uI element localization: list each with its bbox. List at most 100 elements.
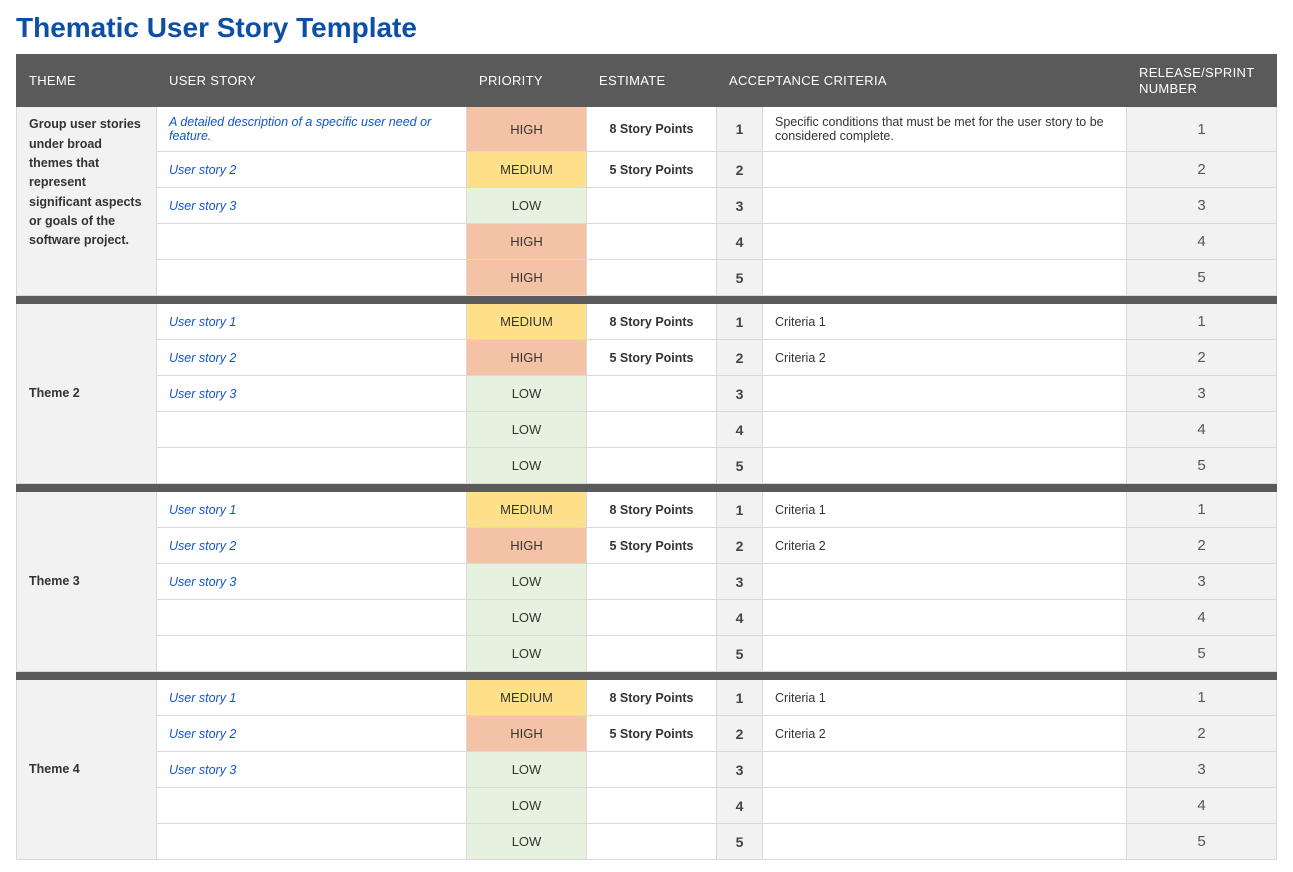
acceptance-criteria-cell[interactable] — [763, 448, 1127, 484]
priority-cell[interactable]: MEDIUM — [467, 492, 587, 528]
user-story-cell[interactable] — [157, 412, 467, 448]
user-story-cell[interactable]: User story 1 — [157, 492, 467, 528]
user-story-cell[interactable] — [157, 448, 467, 484]
priority-cell[interactable]: LOW — [467, 188, 587, 224]
acceptance-criteria-cell[interactable] — [763, 152, 1127, 188]
acceptance-criteria-cell[interactable] — [763, 376, 1127, 412]
user-story-cell[interactable]: User story 2 — [157, 340, 467, 376]
estimate-cell[interactable] — [587, 448, 717, 484]
acceptance-criteria-cell[interactable]: Criteria 2 — [763, 340, 1127, 376]
priority-cell[interactable]: HIGH — [467, 260, 587, 296]
release-cell[interactable]: 3 — [1127, 752, 1277, 788]
acceptance-criteria-cell[interactable] — [763, 752, 1127, 788]
acceptance-criteria-cell[interactable]: Criteria 2 — [763, 528, 1127, 564]
priority-cell[interactable]: MEDIUM — [467, 680, 587, 716]
user-story-cell[interactable]: User story 3 — [157, 188, 467, 224]
estimate-cell[interactable]: 5 Story Points — [587, 528, 717, 564]
user-story-cell[interactable]: User story 3 — [157, 752, 467, 788]
user-story-cell[interactable]: User story 1 — [157, 304, 467, 340]
release-cell[interactable]: 1 — [1127, 492, 1277, 528]
user-story-cell[interactable]: A detailed description of a specific use… — [157, 107, 467, 152]
theme-cell[interactable]: Theme 3 — [17, 492, 157, 672]
theme-cell[interactable]: Group user stories under broad themes th… — [17, 107, 157, 296]
user-story-cell[interactable] — [157, 824, 467, 860]
user-story-cell[interactable]: User story 2 — [157, 716, 467, 752]
priority-cell[interactable]: MEDIUM — [467, 152, 587, 188]
release-cell[interactable]: 5 — [1127, 824, 1277, 860]
estimate-cell[interactable] — [587, 564, 717, 600]
theme-cell[interactable]: Theme 4 — [17, 680, 157, 860]
user-story-cell[interactable] — [157, 636, 467, 672]
acceptance-criteria-cell[interactable] — [763, 788, 1127, 824]
release-cell[interactable]: 2 — [1127, 716, 1277, 752]
priority-cell[interactable]: HIGH — [467, 528, 587, 564]
estimate-cell[interactable] — [587, 376, 717, 412]
user-story-cell[interactable] — [157, 600, 467, 636]
release-cell[interactable]: 1 — [1127, 304, 1277, 340]
estimate-cell[interactable]: 8 Story Points — [587, 107, 717, 152]
release-cell[interactable]: 4 — [1127, 224, 1277, 260]
user-story-cell[interactable]: User story 2 — [157, 152, 467, 188]
priority-cell[interactable]: LOW — [467, 412, 587, 448]
release-cell[interactable]: 1 — [1127, 107, 1277, 152]
user-story-cell[interactable]: User story 3 — [157, 564, 467, 600]
release-cell[interactable]: 4 — [1127, 788, 1277, 824]
user-story-cell[interactable]: User story 1 — [157, 680, 467, 716]
release-cell[interactable]: 5 — [1127, 260, 1277, 296]
release-cell[interactable]: 4 — [1127, 412, 1277, 448]
acceptance-criteria-cell[interactable] — [763, 600, 1127, 636]
estimate-cell[interactable]: 8 Story Points — [587, 680, 717, 716]
acceptance-criteria-cell[interactable]: Specific conditions that must be met for… — [763, 107, 1127, 152]
release-cell[interactable]: 3 — [1127, 564, 1277, 600]
acceptance-criteria-cell[interactable] — [763, 564, 1127, 600]
priority-cell[interactable]: HIGH — [467, 716, 587, 752]
acceptance-criteria-cell[interactable]: Criteria 1 — [763, 680, 1127, 716]
acceptance-criteria-cell[interactable] — [763, 824, 1127, 860]
release-cell[interactable]: 5 — [1127, 636, 1277, 672]
acceptance-criteria-cell[interactable]: Criteria 1 — [763, 304, 1127, 340]
user-story-cell[interactable]: User story 3 — [157, 376, 467, 412]
release-cell[interactable]: 1 — [1127, 680, 1277, 716]
priority-cell[interactable]: LOW — [467, 824, 587, 860]
estimate-cell[interactable] — [587, 600, 717, 636]
acceptance-criteria-cell[interactable] — [763, 412, 1127, 448]
acceptance-criteria-cell[interactable]: Criteria 2 — [763, 716, 1127, 752]
priority-cell[interactable]: LOW — [467, 788, 587, 824]
priority-cell[interactable]: LOW — [467, 448, 587, 484]
user-story-cell[interactable] — [157, 788, 467, 824]
priority-cell[interactable]: LOW — [467, 564, 587, 600]
acceptance-criteria-cell[interactable] — [763, 260, 1127, 296]
release-cell[interactable]: 2 — [1127, 152, 1277, 188]
estimate-cell[interactable]: 8 Story Points — [587, 304, 717, 340]
user-story-cell[interactable] — [157, 224, 467, 260]
estimate-cell[interactable] — [587, 260, 717, 296]
release-cell[interactable]: 2 — [1127, 340, 1277, 376]
estimate-cell[interactable] — [587, 224, 717, 260]
acceptance-criteria-cell[interactable] — [763, 224, 1127, 260]
estimate-cell[interactable] — [587, 412, 717, 448]
acceptance-criteria-cell[interactable] — [763, 188, 1127, 224]
theme-cell[interactable]: Theme 2 — [17, 304, 157, 484]
estimate-cell[interactable] — [587, 188, 717, 224]
estimate-cell[interactable]: 5 Story Points — [587, 340, 717, 376]
estimate-cell[interactable] — [587, 824, 717, 860]
estimate-cell[interactable]: 8 Story Points — [587, 492, 717, 528]
priority-cell[interactable]: LOW — [467, 376, 587, 412]
priority-cell[interactable]: HIGH — [467, 224, 587, 260]
priority-cell[interactable]: HIGH — [467, 340, 587, 376]
release-cell[interactable]: 3 — [1127, 376, 1277, 412]
release-cell[interactable]: 4 — [1127, 600, 1277, 636]
release-cell[interactable]: 2 — [1127, 528, 1277, 564]
acceptance-criteria-cell[interactable] — [763, 636, 1127, 672]
release-cell[interactable]: 5 — [1127, 448, 1277, 484]
priority-cell[interactable]: HIGH — [467, 107, 587, 152]
estimate-cell[interactable] — [587, 752, 717, 788]
estimate-cell[interactable] — [587, 788, 717, 824]
priority-cell[interactable]: LOW — [467, 636, 587, 672]
user-story-cell[interactable] — [157, 260, 467, 296]
estimate-cell[interactable] — [587, 636, 717, 672]
estimate-cell[interactable]: 5 Story Points — [587, 716, 717, 752]
estimate-cell[interactable]: 5 Story Points — [587, 152, 717, 188]
priority-cell[interactable]: LOW — [467, 600, 587, 636]
priority-cell[interactable]: LOW — [467, 752, 587, 788]
